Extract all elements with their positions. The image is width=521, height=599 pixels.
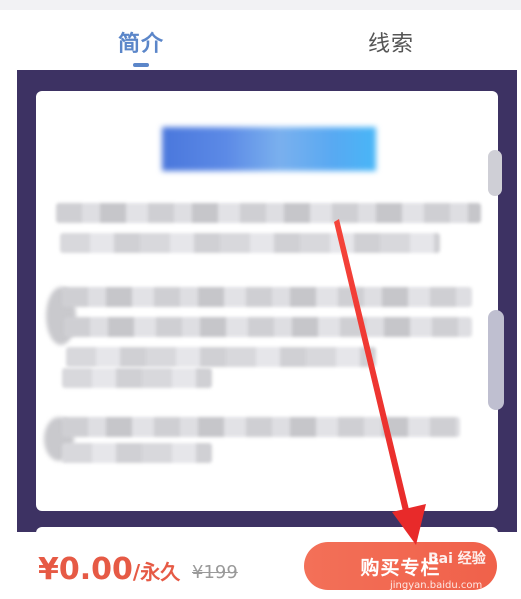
tab-intro[interactable]: 简介 (118, 26, 164, 58)
blurred-text-line (62, 417, 460, 437)
blurred-text-line (56, 203, 481, 223)
blurred-banner-image (162, 127, 376, 171)
blurred-text-line (62, 443, 212, 463)
blurred-text-line (64, 317, 472, 337)
tab-bar: 简介 线索 (0, 10, 521, 70)
watermark-logo: Bai 经验 (428, 551, 486, 567)
tab-clues[interactable]: 线索 (368, 26, 414, 58)
tab-active-indicator (133, 63, 149, 67)
price-amount: ¥0.00 (38, 552, 133, 587)
current-price: ¥0.00/永久 (38, 552, 180, 587)
top-strip (0, 0, 521, 10)
blurred-text-line (62, 287, 472, 307)
watermark-url: jingyan.baidu.com (390, 580, 483, 591)
intro-card (36, 91, 498, 511)
blurred-text-line (62, 368, 212, 388)
side-handle-top (488, 150, 502, 196)
original-price: ¥199 (192, 562, 238, 583)
blurred-text-line (60, 233, 440, 253)
side-scroll-handle[interactable] (488, 310, 504, 410)
price-period: /永久 (132, 560, 181, 584)
blurred-text-line (66, 347, 376, 367)
